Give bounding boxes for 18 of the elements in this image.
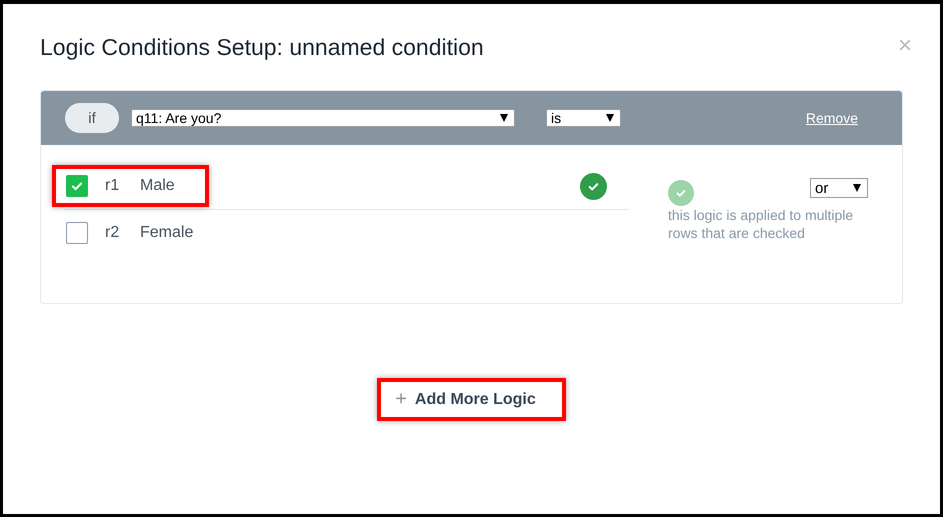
logic-note: this logic is applied to multiple rows that are checked (668, 206, 854, 242)
caret-icon (606, 114, 614, 122)
checkbox[interactable] (66, 222, 88, 244)
if-label: if (65, 103, 119, 133)
question-select[interactable]: q11: Are you? (131, 109, 515, 127)
checkbox[interactable] (66, 175, 88, 197)
check-circle-icon (668, 180, 694, 206)
add-more-logic-button[interactable]: + Add More Logic (377, 378, 566, 421)
dialog-title: Logic Conditions Setup: unnamed condition (40, 34, 484, 62)
row-label: Female (140, 224, 194, 242)
row-label: Male (140, 177, 175, 195)
caret-icon (500, 114, 508, 122)
row-code: r2 (105, 224, 120, 242)
caret-icon (853, 184, 861, 192)
operator-select[interactable]: is (546, 109, 621, 127)
row-code: r1 (105, 177, 120, 195)
combine-select[interactable]: or (810, 178, 868, 198)
check-circle-icon (580, 172, 607, 200)
